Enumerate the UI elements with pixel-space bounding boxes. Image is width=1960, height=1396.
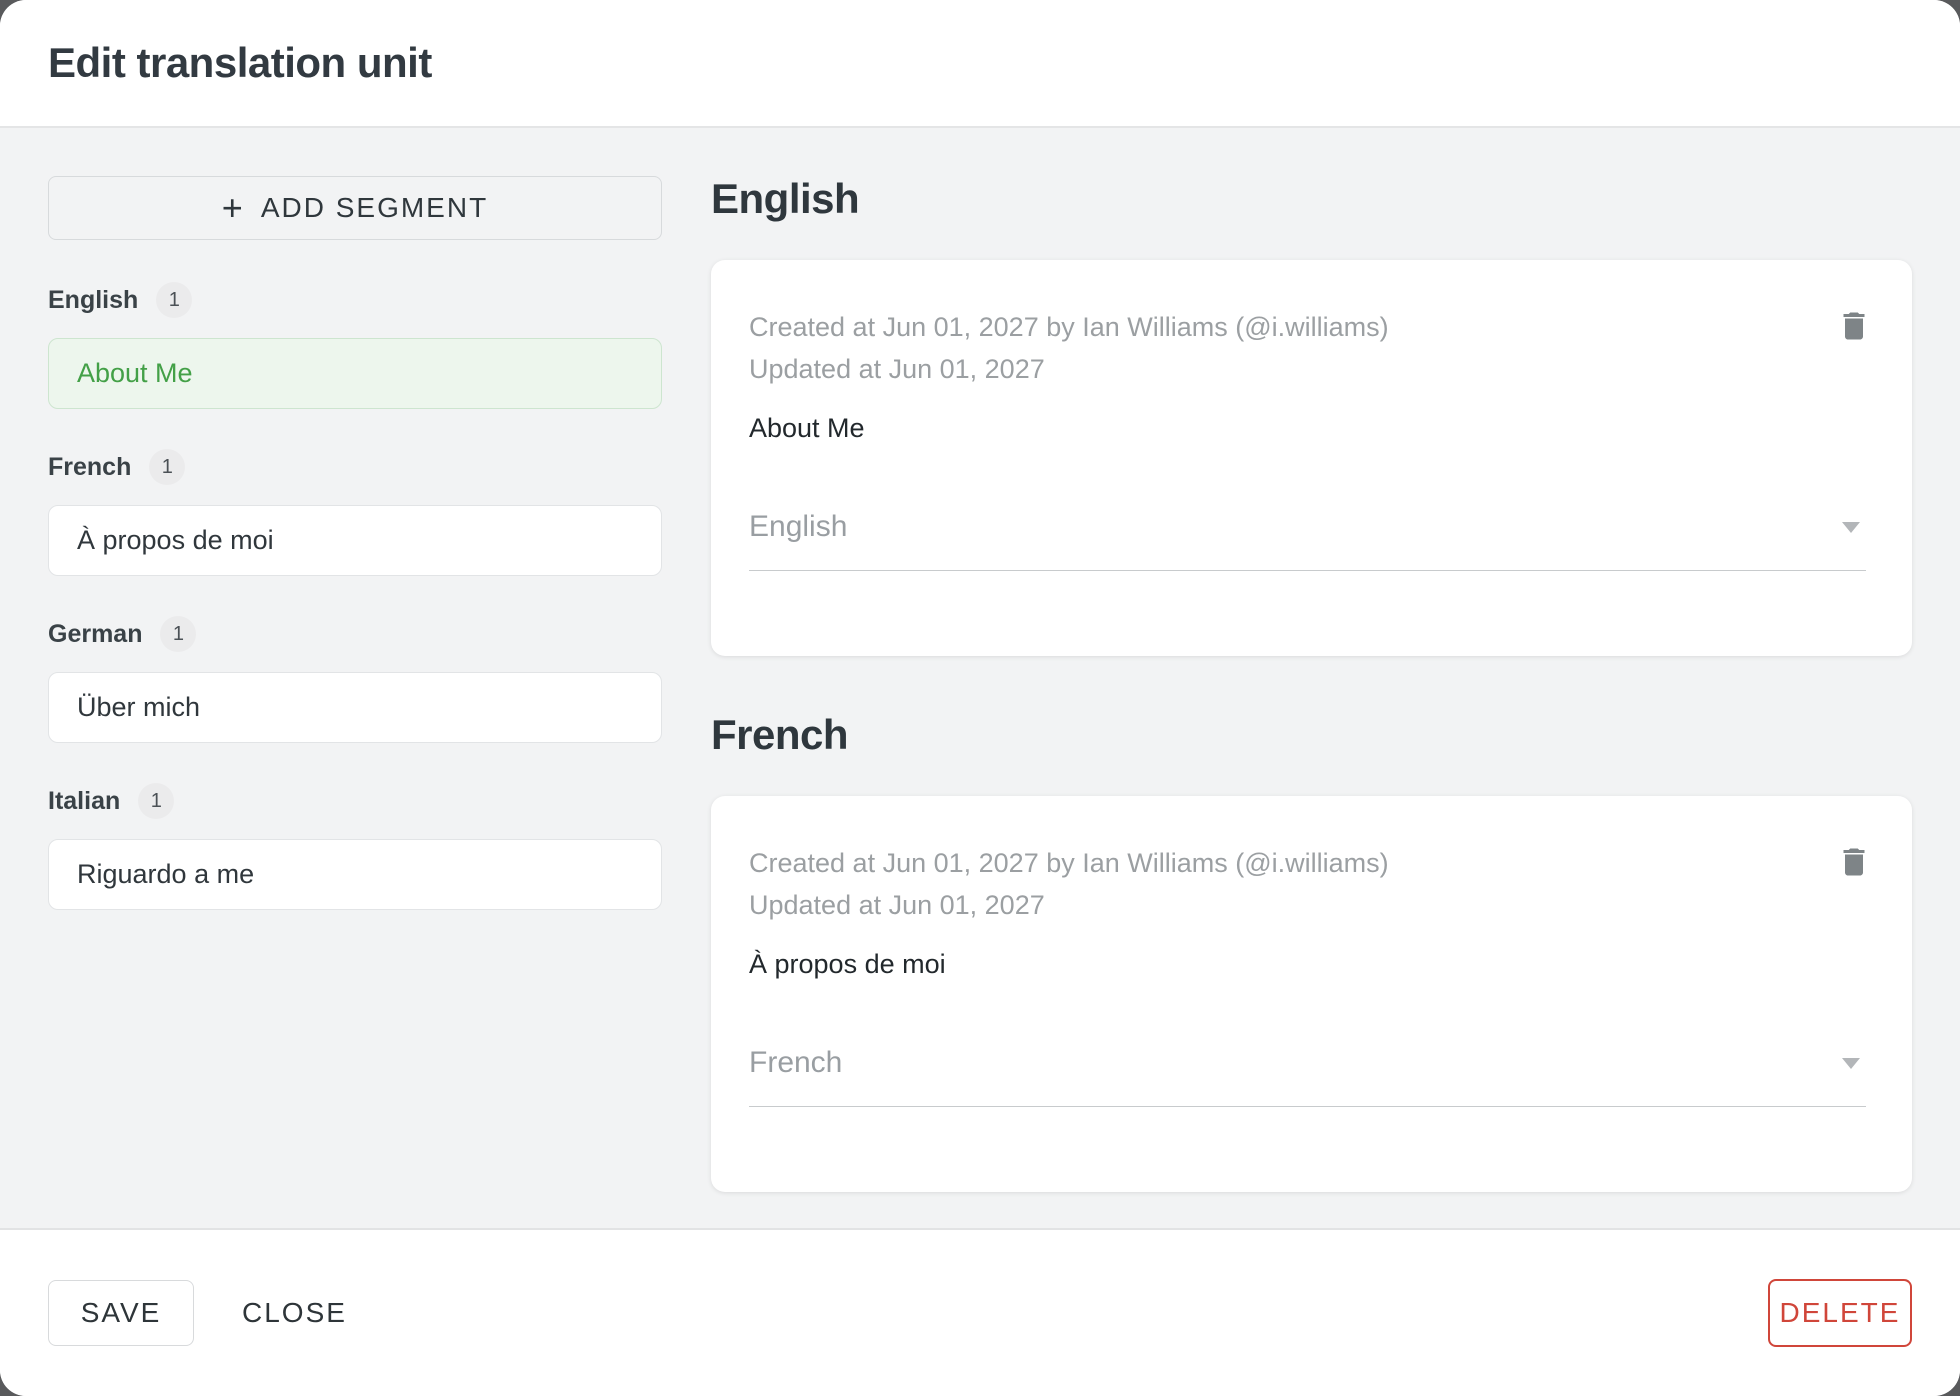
segment-card-french: Created at Jun 01, 2027 by Ian Williams … (711, 796, 1912, 1192)
language-select-value: French (749, 1046, 843, 1079)
segments-sidebar: + ADD SEGMENT English 1 About Me French … (48, 176, 662, 1180)
language-select-value: English (749, 510, 848, 543)
chevron-down-icon (1842, 1057, 1860, 1069)
delete-button[interactable]: DELETE (1768, 1279, 1912, 1347)
section-heading-english: English (711, 175, 860, 222)
created-at-line: Created at Jun 01, 2027 by Ian Williams … (749, 848, 1389, 878)
trash-icon (1843, 312, 1865, 340)
segment-details-panel: English Created at Jun 01, 2027 by Ian W… (711, 175, 1912, 1192)
updated-at-line: Updated at Jun 01, 2027 (749, 890, 1045, 920)
lang-group-header: French 1 (48, 449, 662, 485)
segment-card-english: Created at Jun 01, 2027 by Ian Williams … (711, 260, 1912, 656)
plus-icon: + (221, 187, 245, 228)
delete-segment-button[interactable] (1832, 840, 1876, 884)
lang-group-header: German 1 (48, 616, 662, 652)
segment-count-badge: 1 (149, 449, 186, 485)
segment-item-german[interactable]: Über mich (48, 672, 662, 743)
section-heading-french: French (711, 711, 849, 758)
segment-text-input[interactable]: About Me (749, 410, 1698, 446)
segment-count-badge: 1 (138, 783, 175, 819)
dialog-header: Edit translation unit (0, 0, 1960, 128)
trash-icon (1843, 848, 1865, 876)
segment-item-french[interactable]: À propos de moi (48, 505, 662, 576)
updated-at-line: Updated at Jun 01, 2027 (749, 354, 1045, 384)
dialog-body: + ADD SEGMENT English 1 About Me French … (0, 128, 1960, 1228)
lang-label: German (48, 619, 143, 648)
lang-label: English (48, 285, 139, 314)
screen-backdrop: Edit translation unit + ADD SEGMENT Engl… (0, 0, 1960, 1396)
language-select[interactable]: French (749, 1046, 1866, 1107)
language-select[interactable]: English (749, 510, 1866, 571)
lang-label: French (48, 452, 132, 481)
lang-group-header: Italian 1 (48, 783, 662, 819)
lang-label: Italian (48, 786, 121, 815)
lang-group-header: English 1 (48, 282, 662, 318)
add-segment-label: ADD SEGMENT (260, 192, 489, 223)
lang-group-italian: Italian 1 Riguardo a me (48, 783, 662, 910)
add-segment-button[interactable]: + ADD SEGMENT (48, 176, 662, 240)
dialog-footer: SAVE CLOSE DELETE (0, 1228, 1960, 1396)
lang-group-french: French 1 À propos de moi (48, 449, 662, 576)
lang-group-german: German 1 Über mich (48, 616, 662, 743)
edit-translation-unit-dialog: Edit translation unit + ADD SEGMENT Engl… (0, 0, 1960, 1396)
close-button[interactable]: CLOSE (230, 1280, 359, 1346)
save-button[interactable]: SAVE (48, 1280, 194, 1346)
dialog-title: Edit translation unit (48, 39, 432, 86)
chevron-down-icon (1842, 521, 1860, 533)
lang-group-english: English 1 About Me (48, 282, 662, 409)
created-at-line: Created at Jun 01, 2027 by Ian Williams … (749, 312, 1389, 342)
segment-item-italian[interactable]: Riguardo a me (48, 839, 662, 910)
segment-count-badge: 1 (156, 282, 193, 318)
segment-item-english[interactable]: About Me (48, 338, 662, 409)
segment-count-badge: 1 (160, 616, 197, 652)
delete-segment-button[interactable] (1832, 304, 1876, 348)
segment-text-input[interactable]: À propos de moi (749, 946, 1698, 982)
